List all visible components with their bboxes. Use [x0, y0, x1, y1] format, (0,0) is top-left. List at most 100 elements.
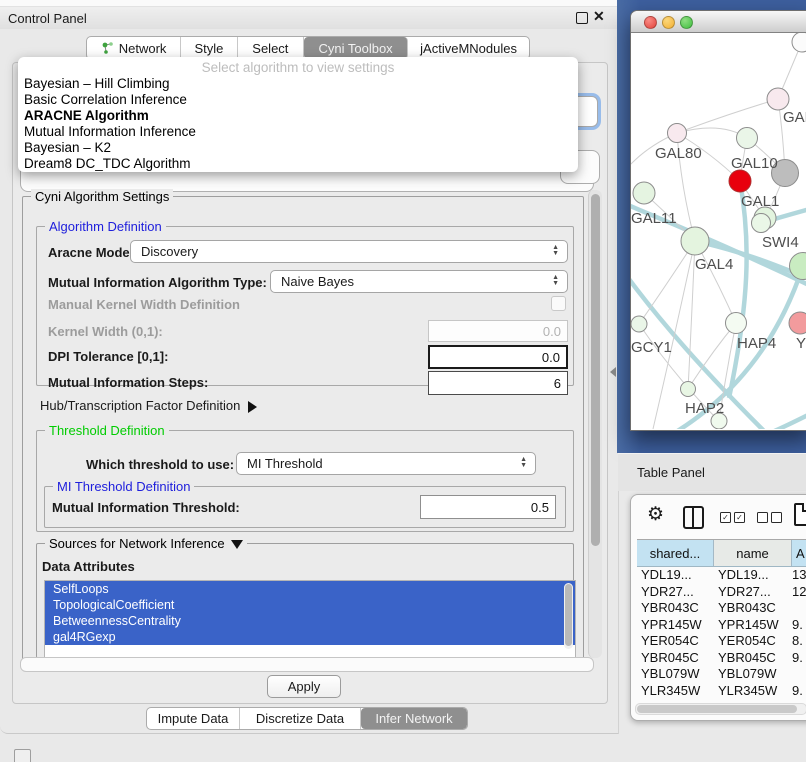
tab-discretize-data[interactable]: Discretize Data	[240, 708, 361, 729]
table-horizontal-scrollbar[interactable]	[635, 703, 806, 715]
node-label: GAL10	[731, 155, 778, 172]
columns-icon[interactable]	[683, 506, 704, 529]
mi-steps-field[interactable]: 6	[428, 371, 568, 395]
node-gal11[interactable]	[633, 182, 655, 204]
node-label: GAL	[783, 109, 806, 126]
column-header-name[interactable]: name	[714, 540, 792, 566]
aracne-mode-label: Aracne Mode:	[48, 245, 134, 260]
node-label: HAP2	[685, 400, 724, 417]
node-layer	[631, 33, 806, 429]
tab-infer-network[interactable]: Infer Network	[361, 708, 467, 729]
select-all-columns-icon[interactable]: ✓✓	[720, 512, 748, 530]
table-body: YDL19...YDL19...13 YDR27...YDR27...12 YB…	[637, 567, 806, 698]
tab-select[interactable]: Select	[238, 37, 304, 59]
algorithm-dropdown-popup: Select algorithm to view settings Bayesi…	[18, 57, 578, 172]
close-window-icon[interactable]: ✕	[593, 8, 605, 25]
expanded-arrow-icon	[231, 540, 243, 549]
table-header-row: shared... name A	[637, 540, 806, 567]
gear-icon[interactable]: ⚙	[647, 503, 664, 526]
list-scrollbar[interactable]	[564, 583, 573, 649]
dropdown-item[interactable]: Bayesian – Hill Climbing	[18, 76, 578, 92]
dpi-tolerance-label: DPI Tolerance [0,1]:	[48, 349, 168, 364]
table-row[interactable]: YBR045CYBR045C9.	[637, 650, 806, 667]
network-icon	[101, 41, 115, 55]
table-row[interactable]: YPR145WYPR145W9.	[637, 617, 806, 634]
node-hap2[interactable]	[681, 382, 696, 397]
network-canvas[interactable]: GAL GAL80 GAL10 GAL1 GAL11 GAL4 SWI4 HAP…	[631, 33, 806, 429]
mi-type-combobox[interactable]: Naive Bayes ▲▼	[270, 270, 568, 293]
dropdown-item[interactable]: Mutual Information Inference	[18, 124, 578, 140]
dropdown-item[interactable]: Bayesian – K2	[18, 140, 578, 156]
aracne-mode-combobox[interactable]: Discovery ▲▼	[130, 240, 568, 263]
table-row[interactable]: YBR043CYBR043C	[637, 600, 806, 617]
screen: Control Panel ✕ Network Style Select Cyn…	[0, 0, 806, 762]
node-salmon[interactable]	[789, 312, 806, 334]
zoom-traffic-light-icon[interactable]	[680, 16, 693, 29]
column-header-partial[interactable]: A	[792, 540, 806, 566]
node[interactable]	[792, 33, 806, 52]
kernel-width-label: Kernel Width (0,1):	[48, 324, 163, 339]
tab-network[interactable]: Network	[87, 37, 181, 59]
tab-cyni-toolbox[interactable]: Cyni Toolbox	[304, 37, 408, 59]
mi-threshold-field[interactable]: 0.5	[420, 495, 556, 519]
node-label: GAL11	[631, 210, 677, 227]
node-hap4[interactable]	[726, 313, 747, 334]
minimized-panel-icon[interactable]	[14, 749, 31, 762]
node-gcy1[interactable]	[631, 316, 647, 332]
tab-impute-data[interactable]: Impute Data	[147, 708, 240, 729]
node-gal7[interactable]	[767, 88, 789, 110]
node-label: HAP4	[737, 335, 776, 352]
node-label: SWI4	[762, 234, 799, 251]
node-label: GAL4	[695, 256, 733, 273]
node-swi4[interactable]	[752, 214, 771, 233]
node-label: GAL80	[655, 145, 702, 162]
apply-button[interactable]: Apply	[267, 675, 341, 698]
table-row[interactable]: YBL079WYBL079W	[637, 666, 806, 683]
table-row[interactable]: YLR345WYLR345W9.	[637, 683, 806, 699]
dpi-tolerance-field[interactable]: 0.0	[428, 345, 568, 369]
network-graph: GAL GAL80 GAL10 GAL1 GAL11 GAL4 SWI4 HAP…	[631, 33, 806, 429]
which-threshold-combobox[interactable]: MI Threshold ▲▼	[236, 452, 536, 475]
kernel-width-field[interactable]: 0.0	[428, 320, 568, 342]
which-threshold-label: Which threshold to use:	[86, 457, 234, 472]
column-header-shared-name[interactable]: shared...	[637, 540, 714, 566]
data-attributes-list[interactable]: SelfLoops TopologicalCoefficient Between…	[44, 580, 576, 659]
mi-type-label: Mutual Information Algorithm Type:	[48, 275, 267, 290]
minimize-traffic-light-icon[interactable]	[662, 16, 675, 29]
list-item[interactable]: gal4RGexp	[45, 629, 575, 645]
tab-style[interactable]: Style	[181, 37, 238, 59]
settings-scrollbar-thumb[interactable]	[591, 194, 600, 546]
table-panel-title: Table Panel	[637, 465, 705, 480]
deselect-all-columns-icon[interactable]	[757, 512, 785, 530]
list-item[interactable]: SelfLoops	[45, 581, 575, 597]
table-toolbar: ⚙ ✓✓	[631, 495, 806, 539]
table-scrollbar-thumb[interactable]	[637, 705, 797, 713]
tab-jactivemnodules[interactable]: jActiveMNodules	[408, 37, 529, 59]
dropdown-item[interactable]: Dream8 DC_TDC Algorithm	[18, 156, 578, 172]
dropdown-item[interactable]: Basic Correlation Inference	[18, 92, 578, 108]
settings-scrollbar[interactable]	[588, 190, 602, 658]
node-gal10[interactable]	[737, 128, 758, 149]
manual-kernel-checkbox[interactable]	[551, 296, 566, 311]
table-row[interactable]: YDL19...YDL19...13	[637, 567, 806, 584]
list-item[interactable]: BetweennessCentrality	[45, 613, 575, 629]
mi-threshold-label: Mutual Information Threshold:	[52, 500, 240, 515]
node-label: GCY1	[631, 339, 672, 356]
sources-group-title[interactable]: Sources for Network Inference	[45, 536, 247, 551]
node-label-layer: GAL GAL80 GAL10 GAL1 GAL11 GAL4 SWI4 HAP…	[631, 109, 806, 417]
network-window-titlebar[interactable]	[631, 11, 806, 33]
node-red-selected[interactable]	[729, 170, 751, 192]
table-row[interactable]: YDR27...YDR27...12	[637, 584, 806, 601]
list-item[interactable]: TopologicalCoefficient	[45, 597, 575, 613]
node-gal4[interactable]	[681, 227, 709, 255]
new-table-icon[interactable]	[794, 503, 806, 526]
hub-definition-toggle[interactable]: Hub/Transcription Factor Definition	[40, 398, 257, 413]
dropdown-item-selected[interactable]: ARACNE Algorithm	[18, 108, 578, 124]
mi-steps-label: Mutual Information Steps:	[48, 375, 208, 390]
close-traffic-light-icon[interactable]	[644, 16, 657, 29]
table-row[interactable]: YER054CYER054C8.	[637, 633, 806, 650]
float-window-icon[interactable]	[576, 12, 588, 24]
node-gal80[interactable]	[668, 124, 687, 143]
dropdown-placeholder: Select algorithm to view settings	[18, 57, 578, 76]
panel-divider-handle[interactable]	[610, 367, 616, 377]
